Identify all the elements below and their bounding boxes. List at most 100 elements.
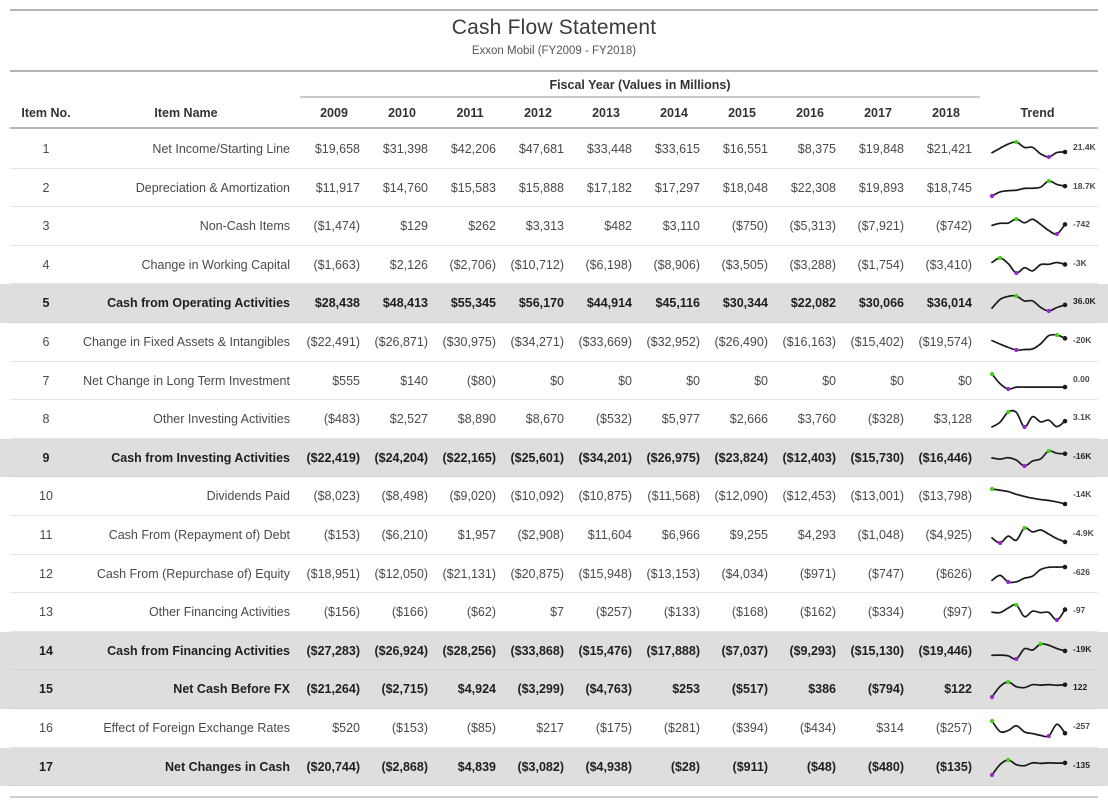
sparkline-max-marker bbox=[989, 718, 995, 724]
sparkline-end-marker bbox=[1062, 335, 1068, 341]
table-row[interactable]: 10 Dividends Paid ($8,023) ($8,498) ($9,020)… bbox=[0, 477, 1108, 516]
cell-value-2009: $19,658 bbox=[314, 142, 360, 156]
cell-value-2015: ($168) bbox=[731, 605, 768, 620]
cell-trend: 18.7K bbox=[985, 169, 1100, 208]
cell-trend: -16K bbox=[985, 439, 1100, 478]
title-block: Cash Flow Statement Exxon Mobil (FY2009 … bbox=[0, 14, 1108, 60]
cell-value-2017: ($794) bbox=[867, 682, 904, 697]
cell-value-2013: ($532) bbox=[595, 412, 632, 427]
cell-value-2014: $17,297 bbox=[654, 180, 700, 195]
sparkline-min-marker bbox=[998, 540, 1003, 546]
sparkline-path bbox=[991, 295, 1066, 313]
table-row[interactable]: 17 Net Changes in Cash ($20,744) ($2,868) $4… bbox=[0, 747, 1108, 787]
sparkline-chart bbox=[991, 525, 1068, 546]
table-row[interactable]: 14 Cash from Financing Activities ($27,283… bbox=[0, 631, 1108, 671]
table-row[interactable]: 11 Cash From (Repayment of) Debt ($153) ($6… bbox=[0, 516, 1108, 555]
cell-value-2010: $129 bbox=[400, 219, 428, 234]
cell-value-2018: ($97) bbox=[942, 605, 972, 620]
sparkline-chart bbox=[991, 641, 1068, 661]
table-row[interactable]: 2 Depreciation & Amortization $11,917 $14,7… bbox=[0, 169, 1108, 208]
cell-item-no: 6 bbox=[42, 334, 50, 349]
cell-value-2015: ($12,090) bbox=[714, 489, 768, 504]
cell-value-2011: $8,890 bbox=[457, 412, 496, 427]
cell-value-2009: ($156) bbox=[323, 605, 360, 620]
table-row[interactable]: 8 Other Investing Activities ($483) $2,527 $… bbox=[0, 400, 1108, 439]
table-row[interactable]: 12 Cash From (Repurchase of) Equity ($18,9… bbox=[0, 555, 1108, 594]
cell-value-2012: $0 bbox=[550, 373, 564, 388]
sparkline-path bbox=[991, 409, 1066, 429]
table-row[interactable]: 15 Net Cash Before FX ($21,264) ($2,715) $4,… bbox=[0, 670, 1108, 709]
column-header-year-2010: 2010 bbox=[388, 106, 416, 120]
cell-value-2014: ($28) bbox=[670, 759, 700, 774]
sparkline-container: -4.9K bbox=[985, 516, 1100, 555]
sparkline-end-marker bbox=[1062, 183, 1068, 189]
cell-value-2015: ($4,034) bbox=[721, 566, 768, 581]
table-row[interactable]: 4 Change in Working Capital ($1,663) $2,126… bbox=[0, 246, 1108, 285]
cell-item-name: Depreciation & Amortization bbox=[135, 180, 290, 195]
cell-value-2010: ($2,868) bbox=[381, 759, 428, 774]
table-row[interactable]: 3 Non-Cash Items ($1,474) $129 $262 $3,313 $48… bbox=[0, 207, 1108, 246]
cell-value-2010: $2,527 bbox=[389, 412, 428, 427]
cell-value-2011: $4,839 bbox=[457, 759, 496, 774]
cell-value-2010: ($166) bbox=[391, 605, 428, 620]
cell-value-2010: $2,126 bbox=[389, 257, 428, 272]
cell-item-name: Net Change in Long Term Investment bbox=[83, 373, 290, 388]
cell-value-2009: $11,917 bbox=[315, 180, 360, 195]
cell-value-2009: ($153) bbox=[323, 527, 360, 542]
sparkline-max-marker bbox=[1014, 139, 1019, 145]
cell-value-2011: $42,206 bbox=[450, 142, 496, 156]
sparkline-end-label: -16K bbox=[1073, 450, 1092, 461]
cell-value-2010: ($12,050) bbox=[374, 566, 428, 581]
cell-value-2009: ($1,474) bbox=[313, 219, 360, 234]
cell-value-2018: $3,128 bbox=[933, 412, 972, 427]
cell-value-2013: ($15,476) bbox=[578, 643, 632, 658]
sparkline-max-marker bbox=[1006, 757, 1011, 762]
table-bottom-divider bbox=[10, 796, 1098, 798]
cell-value-2014: $5,977 bbox=[661, 412, 700, 427]
cell-item-name: Change in Working Capital bbox=[141, 257, 290, 272]
cell-value-2016: ($434) bbox=[799, 720, 836, 735]
cell-value-2012: ($34,271) bbox=[510, 334, 564, 349]
sparkline-end-marker bbox=[1062, 149, 1068, 155]
cell-value-2018: ($13,798) bbox=[918, 489, 972, 504]
table-row[interactable]: 1 Net Income/Starting Line $19,658 $31,398 $… bbox=[0, 130, 1108, 169]
cell-value-2018: $21,421 bbox=[926, 142, 972, 156]
table-header-divider bbox=[10, 127, 1098, 129]
sparkline-end-label: -14K bbox=[1073, 489, 1092, 500]
cell-value-2014: $33,615 bbox=[654, 142, 700, 156]
cell-value-2016: ($12,453) bbox=[782, 489, 836, 504]
cell-trend: -20K bbox=[985, 323, 1100, 362]
cell-value-2009: ($483) bbox=[323, 412, 360, 427]
cell-value-2017: $19,893 bbox=[858, 180, 904, 195]
cell-value-2017: $30,066 bbox=[858, 296, 904, 311]
sparkline-max-marker bbox=[1054, 332, 1059, 338]
sparkline-container: 3.1K bbox=[985, 400, 1100, 439]
cell-value-2012: ($33,868) bbox=[510, 643, 564, 658]
cell-value-2018: ($3,410) bbox=[925, 257, 972, 272]
cell-value-2016: ($3,288) bbox=[789, 257, 836, 272]
cell-trend: 36.0K bbox=[985, 284, 1100, 323]
cell-item-no: 4 bbox=[42, 257, 50, 272]
column-header-item-name: Item Name bbox=[154, 106, 218, 120]
cell-value-2010: ($26,871) bbox=[374, 334, 428, 349]
sparkline-end-marker bbox=[1062, 760, 1068, 765]
cell-value-2011: ($9,020) bbox=[449, 489, 496, 504]
sparkline-end-label: -135 bbox=[1073, 759, 1091, 770]
column-header-year-2016: 2016 bbox=[796, 106, 824, 120]
table-row[interactable]: 16 Effect of Foreign Exchange Rates $520 ($… bbox=[0, 709, 1108, 748]
sparkline-max-marker bbox=[1006, 410, 1011, 415]
cell-item-no: 11 bbox=[39, 527, 53, 542]
cell-value-2016: ($48) bbox=[806, 759, 836, 774]
cell-value-2011: $15,583 bbox=[450, 180, 496, 195]
table-row[interactable]: 5 Cash from Operating Activities $28,438 $4… bbox=[0, 284, 1108, 323]
table-row[interactable]: 9 Cash from Investing Activities ($22,419)… bbox=[0, 438, 1108, 478]
table-row[interactable]: 7 Net Change in Long Term Investment $555 $… bbox=[0, 362, 1108, 401]
cell-item-name: Cash from Financing Activities bbox=[107, 643, 290, 658]
cell-trend: 21.4K bbox=[985, 130, 1100, 169]
table-row[interactable]: 6 Change in Fixed Assets & Intangibles ($2… bbox=[0, 323, 1108, 362]
cell-value-2014: ($17,888) bbox=[646, 643, 700, 658]
sparkline-chart bbox=[991, 564, 1068, 584]
sparkline-end-label: -3K bbox=[1073, 257, 1087, 268]
cell-item-no: 15 bbox=[39, 682, 53, 697]
table-row[interactable]: 13 Other Financing Activities ($156) ($166)… bbox=[0, 593, 1108, 632]
